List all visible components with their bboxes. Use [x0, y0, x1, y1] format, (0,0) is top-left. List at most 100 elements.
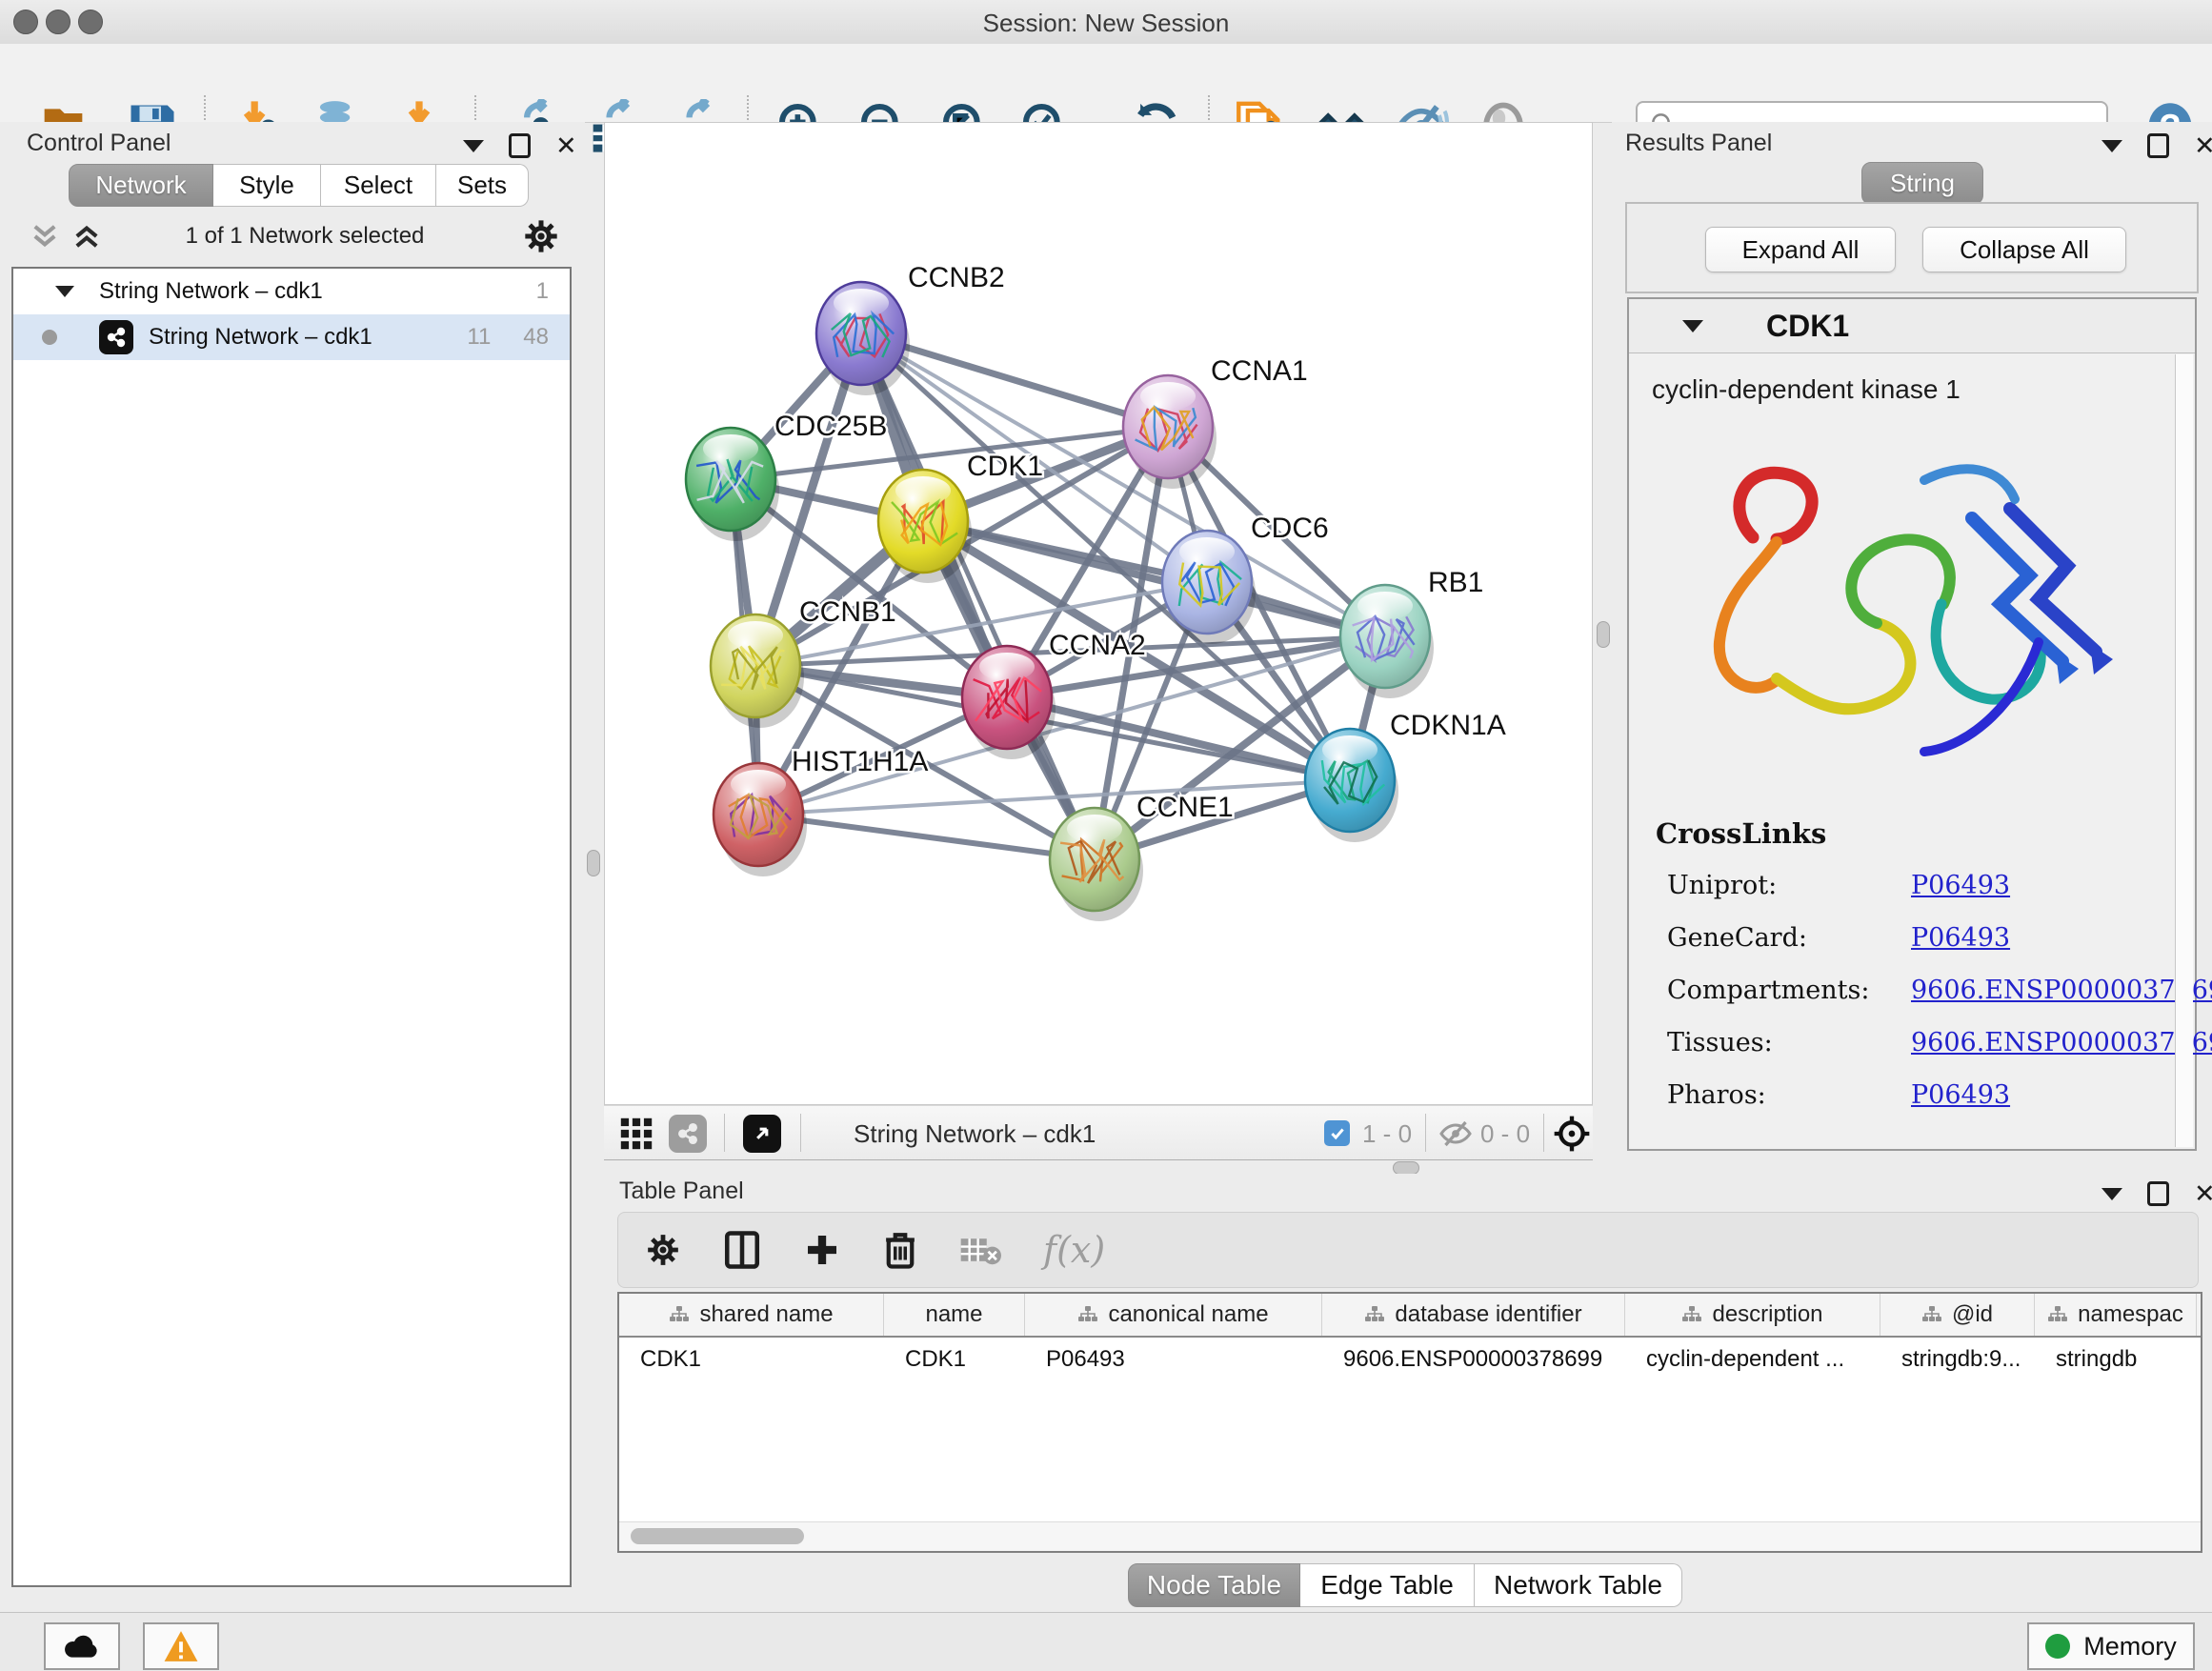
selected-items-checkbox[interactable]: [1324, 1120, 1350, 1146]
selected-counts: 1 - 0: [1362, 1119, 1412, 1149]
table-panel-float-icon[interactable]: [2101, 1188, 2122, 1200]
network-row[interactable]: String Network – cdk1 11 48: [13, 314, 570, 360]
add-column-icon[interactable]: [803, 1231, 841, 1269]
tab-string-results[interactable]: String: [1861, 162, 1983, 205]
column-header-0[interactable]: shared name: [619, 1294, 884, 1336]
show-columns-icon[interactable]: [723, 1230, 761, 1270]
column-label: database identifier: [1395, 1301, 1581, 1328]
column-type-icon: [669, 1305, 690, 1324]
node-table: shared name namecanonical name database id…: [617, 1292, 2202, 1553]
title-bar: Session: New Session: [0, 0, 2212, 45]
collection-expand-icon[interactable]: [55, 286, 74, 297]
column-header-4[interactable]: description: [1625, 1294, 1880, 1336]
column-header-5[interactable]: @id: [1880, 1294, 2035, 1336]
node-CDK1[interactable]: [878, 470, 972, 583]
control-panel-maximize-icon[interactable]: [509, 133, 531, 158]
column-type-icon: [1681, 1305, 1702, 1324]
node-CCNE1[interactable]: [1050, 808, 1143, 921]
string-view-icon[interactable]: [669, 1115, 707, 1153]
results-scrollbar[interactable]: [2175, 354, 2193, 1147]
cloud-status-button[interactable]: [44, 1622, 120, 1670]
collapse-all-networks-icon[interactable]: [29, 219, 61, 253]
left-splitter-handle[interactable]: [587, 850, 600, 876]
tab-style[interactable]: Style: [213, 164, 321, 207]
expand-all-button[interactable]: Expand All: [1705, 227, 1896, 272]
protein-result-card: CDK1 cyclin-dependent kinase 1 C: [1627, 297, 2197, 1151]
table-panel-title: Table Panel: [619, 1178, 744, 1205]
node-CCNB2[interactable]: [816, 282, 910, 395]
node-CDC6[interactable]: [1162, 531, 1256, 644]
table-options-gear-icon[interactable]: [645, 1232, 681, 1268]
network-canvas[interactable]: CCNB2CCNA1CDC25BCDK1CDC6RB1CCNB1CCNA2CDK…: [604, 122, 1593, 1105]
tab-select[interactable]: Select: [321, 164, 436, 207]
memory-button[interactable]: Memory: [2027, 1622, 2195, 1670]
column-header-2[interactable]: canonical name: [1025, 1294, 1322, 1336]
network-selection-status: 1 of 1 Network selected: [114, 223, 495, 250]
network-options-gear-icon[interactable]: [522, 217, 560, 255]
column-header-6[interactable]: namespac: [2035, 1294, 2197, 1336]
warnings-button[interactable]: [143, 1622, 219, 1670]
cloud-icon: [63, 1632, 101, 1661]
cell-2[interactable]: P06493: [1025, 1338, 1322, 1381]
birds-eye-view-icon[interactable]: [743, 1115, 781, 1153]
control-panel-close-icon[interactable]: ✕: [555, 136, 577, 155]
column-header-1[interactable]: name: [884, 1294, 1025, 1336]
node-CDC25B[interactable]: [686, 428, 779, 541]
bottom-splitter-handle[interactable]: [1393, 1161, 1419, 1175]
node-RB1[interactable]: [1340, 585, 1434, 698]
tab-sets[interactable]: Sets: [436, 164, 529, 207]
cell-4[interactable]: cyclin-dependent ...: [1625, 1338, 1880, 1381]
protein-collapse-icon[interactable]: [1682, 320, 1703, 332]
network-graph[interactable]: CCNB2CCNA1CDC25BCDK1CDC6RB1CCNB1CCNA2CDK…: [605, 123, 1592, 1104]
edge-CCNB2-CCNE1[interactable]: [861, 333, 1095, 859]
tab-network[interactable]: Network: [69, 164, 213, 207]
expand-all-networks-icon[interactable]: [70, 219, 103, 253]
table-hscrollbar-thumb[interactable]: [631, 1528, 804, 1544]
edge-CCNE1-HIST1H1A[interactable]: [758, 815, 1095, 859]
crosslink-link[interactable]: P06493: [1911, 923, 2010, 953]
cell-5[interactable]: stringdb:9...: [1880, 1338, 2035, 1381]
column-label: description: [1712, 1301, 1822, 1328]
results-panel-close-icon[interactable]: ✕: [2194, 136, 2212, 155]
cell-6[interactable]: stringdb: [2035, 1338, 2197, 1381]
results-panel-float-icon[interactable]: [2101, 140, 2122, 152]
collection-label: String Network – cdk1: [99, 278, 323, 305]
fit-selected-crosshair-icon[interactable]: [1553, 1115, 1591, 1153]
tab-edge-table[interactable]: Edge Table: [1300, 1563, 1475, 1607]
tab-network-table[interactable]: Network Table: [1475, 1563, 1682, 1607]
node-HIST1H1A[interactable]: [714, 763, 807, 876]
collapse-all-button[interactable]: Collapse All: [1922, 227, 2126, 272]
node-CCNB1[interactable]: [711, 614, 804, 728]
column-header-3[interactable]: database identifier: [1322, 1294, 1625, 1336]
column-type-icon: [1077, 1305, 1098, 1324]
delete-column-trash-icon[interactable]: [883, 1230, 917, 1270]
node-CCNA1[interactable]: [1123, 375, 1217, 489]
hidden-items-eye-icon: [1438, 1118, 1473, 1149]
string-app-icon: [99, 320, 133, 354]
application-window: Session: New Session: [0, 0, 2212, 1671]
table-panel-close-icon[interactable]: ✕: [2194, 1184, 2212, 1203]
node-label-CCNA1: CCNA1: [1211, 355, 1308, 387]
column-label: shared name: [699, 1301, 833, 1328]
grid-view-icon[interactable]: [619, 1117, 654, 1151]
node-CCNA2[interactable]: [962, 646, 1056, 759]
table-hscrollbar[interactable]: [619, 1521, 2201, 1551]
tab-node-table[interactable]: Node Table: [1128, 1563, 1300, 1607]
crosslink-link[interactable]: P06493: [1911, 871, 2010, 900]
node-CDKN1A[interactable]: [1305, 729, 1398, 842]
right-splitter-handle[interactable]: [1597, 621, 1610, 648]
node-label-HIST1H1A: HIST1H1A: [792, 746, 928, 777]
crosslink-link[interactable]: 9606.ENSP00000378699: [1911, 1028, 2212, 1057]
table-row[interactable]: CDK1CDK1P064939606.ENSP00000378699cyclin…: [619, 1338, 2201, 1381]
table-header-row: shared name namecanonical name database id…: [619, 1294, 2201, 1338]
network-collection-row[interactable]: String Network – cdk1 1: [13, 269, 570, 314]
crosslink-link[interactable]: 9606.ENSP00000378699: [1911, 976, 2212, 1005]
crosslink-link[interactable]: P06493: [1911, 1080, 2010, 1110]
table-panel-maximize-icon[interactable]: [2147, 1181, 2169, 1206]
control-panel-float-icon[interactable]: [463, 140, 484, 152]
crosslink-label: Tissues:: [1667, 1028, 1911, 1057]
cell-0[interactable]: CDK1: [619, 1338, 884, 1381]
results-panel-maximize-icon[interactable]: [2147, 133, 2169, 158]
cell-3[interactable]: 9606.ENSP00000378699: [1322, 1338, 1625, 1381]
cell-1[interactable]: CDK1: [884, 1338, 1025, 1381]
